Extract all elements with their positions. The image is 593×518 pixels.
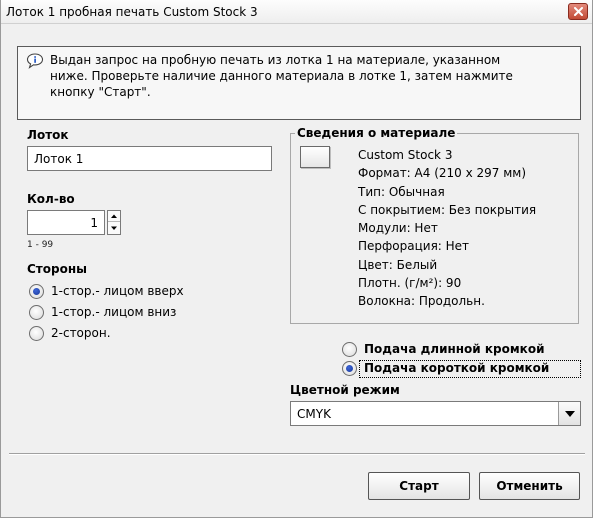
material-weight: Плотн. (г/м²): 90 xyxy=(358,276,462,291)
close-button[interactable] xyxy=(568,3,588,20)
color-mode-dropdown-button[interactable] xyxy=(558,402,580,425)
close-icon xyxy=(574,7,583,16)
feed-option-label: Подача длинной кромкой xyxy=(364,342,545,356)
start-button[interactable]: Старт xyxy=(368,472,470,500)
quantity-value: 1 xyxy=(90,216,98,230)
notice-line-1: Выдан запрос на пробную печать из лотка … xyxy=(50,53,501,67)
notice-line-3: кнопку "Старт". xyxy=(50,85,151,99)
radio-button[interactable] xyxy=(342,342,357,357)
arrow-up-icon xyxy=(111,214,117,218)
footer-divider xyxy=(9,453,585,455)
paper-stock-icon xyxy=(300,146,330,168)
radio-button[interactable] xyxy=(29,305,44,320)
sides-label: Стороны xyxy=(27,262,87,276)
quantity-range: 1 - 99 xyxy=(27,240,54,250)
tray-label: Лоток xyxy=(27,128,69,142)
material-coating: С покрытием: Без покрытия xyxy=(358,202,537,217)
material-details: Custom Stock 3 Формат: А4 (210 x 297 мм)… xyxy=(358,146,536,311)
sides-option-label: 1-стор.- лицом вверх xyxy=(51,284,184,298)
quantity-stepper[interactable] xyxy=(107,210,121,235)
material-name: Custom Stock 3 xyxy=(358,148,453,162)
material-type: Тип: Обычная xyxy=(358,184,445,199)
sides-option-label: 2-сторон. xyxy=(51,326,111,340)
material-info-legend: Сведения о материале xyxy=(295,126,458,140)
color-mode-select[interactable]: CMYK xyxy=(290,401,581,426)
chevron-down-icon xyxy=(565,411,575,417)
radio-button-checked[interactable] xyxy=(342,361,357,376)
quantity-input[interactable]: 1 xyxy=(27,210,105,235)
tray-field-value: Лоток 1 xyxy=(34,152,84,166)
quantity-increment-button[interactable] xyxy=(108,211,120,222)
material-punch: Перфорация: Нет xyxy=(358,239,470,254)
radio-button[interactable] xyxy=(29,326,44,341)
material-color: Цвет: Белый xyxy=(358,257,438,272)
arrow-down-icon xyxy=(111,226,117,230)
info-notice: Выдан запрос на пробную печать из лотка … xyxy=(17,46,581,120)
material-info-group: Сведения о материале Custom Stock 3 Форм… xyxy=(290,126,579,324)
quantity-decrement-button[interactable] xyxy=(108,223,120,234)
material-modules: Модули: Нет xyxy=(358,221,438,236)
notice-message: Выдан запрос на пробную печать из лотка … xyxy=(50,52,570,100)
info-bubble-icon xyxy=(26,53,44,69)
color-mode-label: Цветной режим xyxy=(290,383,400,397)
material-size: Формат: А4 (210 x 297 мм) xyxy=(358,166,527,181)
dialog-window: Лоток 1 пробная печать Custom Stock 3 Вы… xyxy=(0,0,593,518)
title-bar[interactable]: Лоток 1 пробная печать Custom Stock 3 xyxy=(1,0,592,24)
cancel-button[interactable]: Отменить xyxy=(479,472,580,500)
color-mode-value: CMYK xyxy=(297,407,331,421)
notice-line-2: ниже. Проверьте наличие данного материал… xyxy=(50,69,513,83)
window-title: Лоток 1 пробная печать Custom Stock 3 xyxy=(6,5,258,19)
feed-option-label: Подача короткой кромкой xyxy=(364,361,550,375)
radio-button-checked[interactable] xyxy=(29,284,44,299)
material-grain: Волокна: Продольн. xyxy=(358,294,485,309)
sides-option-label: 1-стор.- лицом вниз xyxy=(51,305,177,319)
tray-field[interactable]: Лоток 1 xyxy=(27,146,272,171)
quantity-label: Кол-во xyxy=(27,192,75,206)
